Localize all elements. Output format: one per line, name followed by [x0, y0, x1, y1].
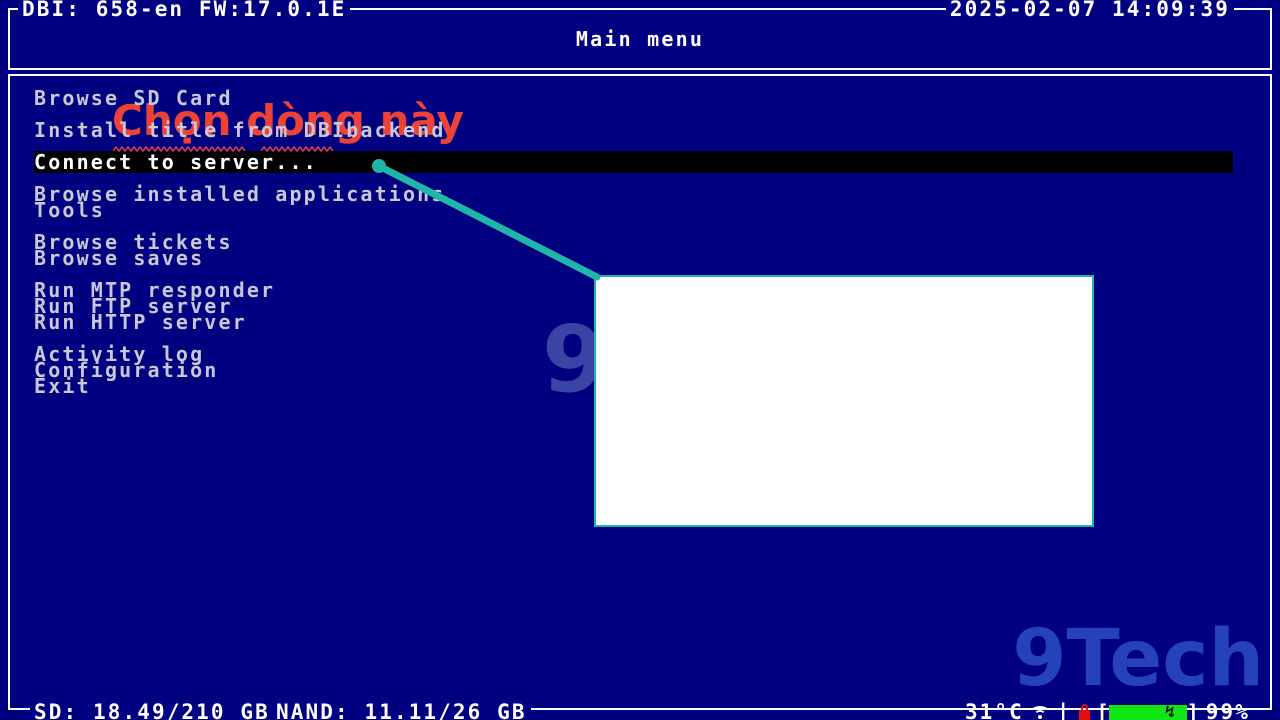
charging-bolt-icon: ↯: [1165, 702, 1175, 720]
spellcheck-squiggle-icon: [113, 146, 245, 152]
status-indicators: 31°C | [ ↯ ] 99%: [965, 700, 1250, 720]
menu-item-label: Exit: [34, 374, 91, 398]
menu-item-label: Run HTTP server: [34, 310, 247, 334]
battery-charging-icon: [ ↯ ]: [1096, 699, 1199, 720]
menu-item-label: Browse saves: [34, 246, 205, 270]
menu-item[interactable]: Browse installed applications: [0, 184, 1280, 204]
clock-label: 2025-02-07 14:09:39: [945, 0, 1234, 21]
body-frame-top: [8, 74, 1272, 76]
battery-bracket-left: [: [1096, 699, 1109, 720]
wifi-icon: [1030, 705, 1050, 720]
watermark-corner: 9Tech: [1012, 614, 1264, 704]
lock-icon: [1078, 704, 1090, 720]
divider-pipe: |: [1056, 700, 1072, 720]
temperature-label: 31°C: [964, 700, 1024, 720]
menu-item[interactable]: Browse SD Card: [0, 88, 1280, 108]
page-title: Main menu: [575, 27, 705, 51]
device-info-label: DBI: 658-en FW:17.0.1E: [18, 0, 351, 21]
menu-item[interactable]: Browse saves: [0, 248, 1280, 268]
spellcheck-squiggle-2-icon: [261, 146, 333, 152]
header-frame-bottom: [8, 68, 1272, 70]
battery-fill: ↯: [1108, 702, 1187, 720]
menu-item-label: Browse SD Card: [34, 86, 233, 110]
menu-item-label: Connect to server...: [34, 150, 318, 174]
menu-item-selected[interactable]: Connect to server...: [0, 151, 1280, 173]
sd-storage-label: SD: 18.49/210 GB: [30, 700, 274, 720]
menu-item-label: Tools: [34, 198, 105, 222]
battery-bracket-right: ]: [1186, 699, 1199, 720]
dbi-main-screen: DBI: 658-en FW:17.0.1E 2025-02-07 14:09:…: [0, 0, 1280, 720]
battery-percent-label: 99%: [1205, 700, 1250, 720]
menu-item-label: Install title from DBIbackend: [34, 118, 446, 142]
annotation-callout-box: [594, 275, 1094, 527]
menu-item[interactable]: Install title from DBIbackend: [0, 120, 1280, 140]
nand-storage-label: NAND: 11.11/26 GB: [272, 700, 531, 720]
